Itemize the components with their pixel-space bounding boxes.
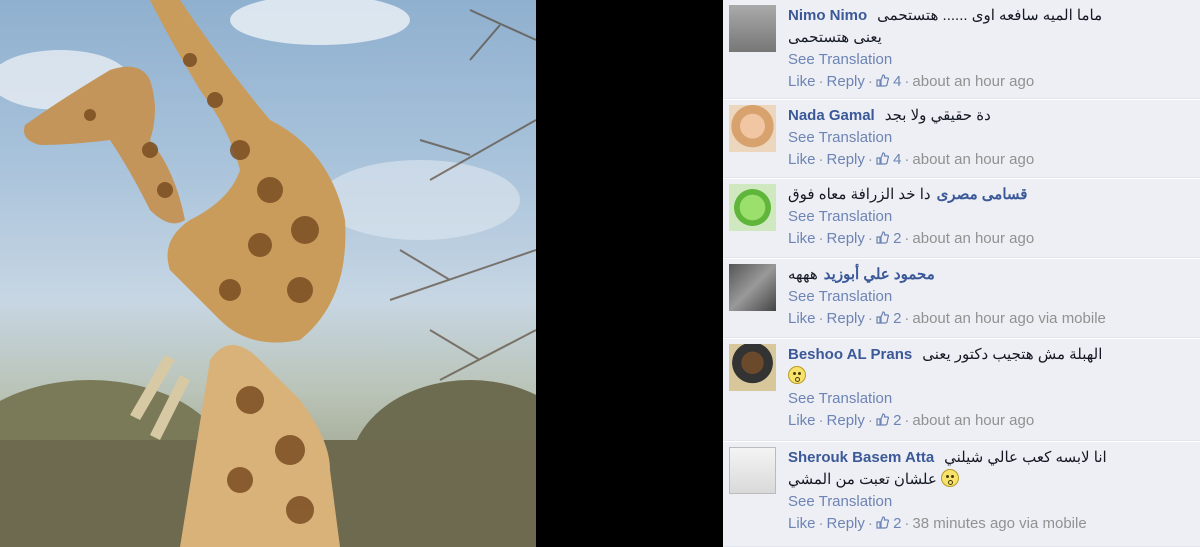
- timestamp[interactable]: about an hour ago: [912, 151, 1034, 168]
- reply-link[interactable]: Reply: [827, 310, 865, 327]
- comment-text-continued: يعنى هتستحمى: [788, 29, 882, 46]
- see-translation-link[interactable]: See Translation: [788, 49, 1194, 71]
- comment-text: هههه: [788, 266, 818, 283]
- timestamp[interactable]: about an hour ago: [912, 412, 1034, 429]
- comment-text: انا لابسه كعب عالي شيلني: [944, 449, 1107, 466]
- timestamp[interactable]: about an hour ago via mobile: [912, 310, 1105, 327]
- see-translation-link[interactable]: See Translation: [788, 127, 1194, 149]
- avatar[interactable]: [729, 5, 776, 52]
- see-translation-link[interactable]: See Translation: [788, 388, 1194, 410]
- smile-emoji-icon: [940, 469, 959, 487]
- see-translation-link[interactable]: See Translation: [788, 491, 1194, 513]
- reply-link[interactable]: Reply: [827, 151, 865, 168]
- reply-link[interactable]: Reply: [827, 230, 865, 247]
- black-divider: [536, 0, 723, 547]
- comments-panel: Nimo Nimo ماما الميه سافعه اوى ...... هت…: [723, 0, 1200, 547]
- comment-text-continued-row: علشان تعبت من المشي: [788, 469, 1194, 491]
- emoji-row: [788, 366, 1194, 388]
- avatar[interactable]: [729, 105, 776, 152]
- comment: Nada Gamal دة حقيقي ولا بجد See Translat…: [723, 99, 1200, 178]
- reply-link[interactable]: Reply: [827, 73, 865, 90]
- comment-author-link[interactable]: Nada Gamal: [788, 105, 875, 127]
- comment-author-link[interactable]: Sherouk Basem Atta: [788, 447, 934, 469]
- timestamp[interactable]: about an hour ago: [912, 230, 1034, 247]
- like-link[interactable]: Like: [788, 73, 816, 90]
- comment-author-link[interactable]: محمود علي أبوزيد: [824, 264, 935, 286]
- avatar[interactable]: [729, 344, 776, 391]
- comment: Beshoo AL Prans الهبلة مش هتجيب دكتور يع…: [723, 338, 1200, 441]
- like-link[interactable]: Like: [788, 151, 816, 168]
- comment-text-continued: علشان تعبت من المشي: [788, 471, 937, 488]
- comment: Nimo Nimo ماما الميه سافعه اوى ...... هت…: [723, 0, 1200, 99]
- comment-text: الهبلة مش هتجيب دكتور يعنى: [922, 346, 1103, 363]
- thumbs-up-icon: [876, 74, 889, 87]
- giraffe-photo[interactable]: [0, 0, 536, 547]
- avatar[interactable]: [729, 447, 776, 494]
- reply-link[interactable]: Reply: [827, 412, 865, 429]
- comment-text: دا خد الزرافة معاه فوق: [788, 186, 931, 203]
- reply-link[interactable]: Reply: [827, 515, 865, 532]
- thumbs-up-icon: [876, 516, 889, 529]
- surprised-emoji-icon: [788, 366, 806, 384]
- avatar[interactable]: [729, 264, 776, 311]
- like-link[interactable]: Like: [788, 515, 816, 532]
- like-link[interactable]: Like: [788, 412, 816, 429]
- comment-text: دة حقيقي ولا بجد: [884, 107, 991, 124]
- timestamp[interactable]: 38 minutes ago via mobile: [912, 515, 1086, 532]
- see-translation-link[interactable]: See Translation: [788, 286, 1194, 308]
- thumbs-up-icon: [876, 311, 889, 324]
- comment-author-link[interactable]: Nimo Nimo: [788, 5, 867, 27]
- comment-actions: Like · Reply · 4 · about an hour ago: [788, 151, 1035, 168]
- comment-actions: Like · Reply · 2 · about an hour ago: [788, 412, 1035, 429]
- like-link[interactable]: Like: [788, 310, 816, 327]
- comment: Sherouk Basem Atta انا لابسه كعب عالي شي…: [723, 441, 1200, 547]
- comment: هههه محمود علي أبوزيد See Translation Li…: [723, 258, 1200, 338]
- comment-actions: Like · Reply · 2 · about an hour ago via mobi…: [788, 310, 1106, 327]
- timestamp[interactable]: about an hour ago: [912, 73, 1034, 90]
- thumbs-up-icon: [876, 413, 889, 426]
- comment-actions: Like · Reply · 4 · about an hour ago: [788, 73, 1035, 90]
- comment-author-link[interactable]: Beshoo AL Prans: [788, 344, 912, 366]
- comment-text: ماما الميه سافعه اوى ...... هتستحمى: [877, 7, 1103, 24]
- like-link[interactable]: Like: [788, 230, 816, 247]
- avatar[interactable]: [729, 184, 776, 231]
- comment: دا خد الزرافة معاه فوق قسامى مصرى See Tr…: [723, 178, 1200, 258]
- thumbs-up-icon: [876, 152, 889, 165]
- see-translation-link[interactable]: See Translation: [788, 206, 1194, 228]
- comment-author-link[interactable]: قسامى مصرى: [937, 184, 1028, 206]
- giraffe-illustration: [0, 0, 536, 547]
- comment-actions: Like · Reply · 2 · 38 minutes ago via mobile: [788, 515, 1087, 532]
- thumbs-up-icon: [876, 231, 889, 244]
- comment-actions: Like · Reply · 2 · about an hour ago: [788, 230, 1035, 247]
